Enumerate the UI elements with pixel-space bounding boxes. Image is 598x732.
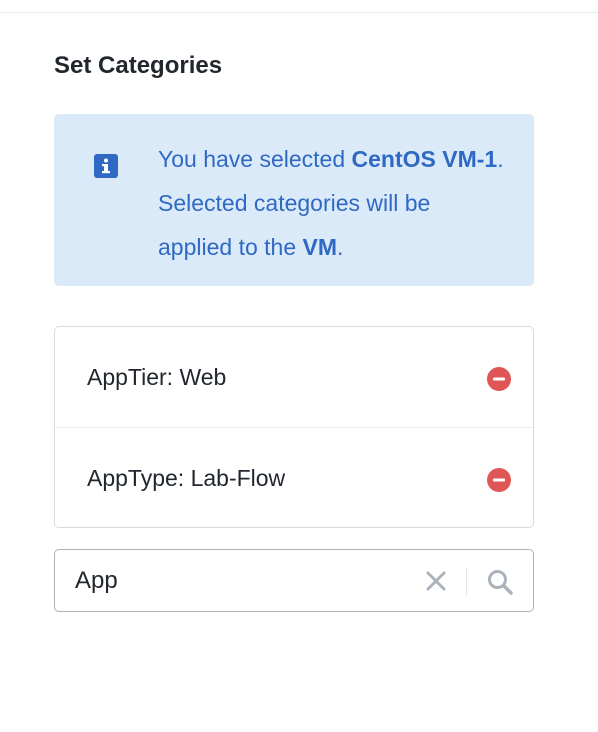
entity-type: VM xyxy=(302,234,338,260)
remove-circle-icon[interactable] xyxy=(487,367,511,391)
clear-x-icon[interactable] xyxy=(423,568,449,594)
category-search-box xyxy=(54,549,534,612)
section-title: Set Categories xyxy=(54,52,223,79)
info-message: You have selected CentOS VM-1. Selected … xyxy=(158,137,508,269)
category-item: AppType: Lab-Flow xyxy=(55,427,533,527)
info-banner: You have selected CentOS VM-1. Selected … xyxy=(54,114,534,286)
remove-circle-icon[interactable] xyxy=(487,468,511,492)
search-separator xyxy=(466,568,467,596)
set-categories-panel: Set Categories You have selected CentOS … xyxy=(0,0,598,732)
category-label: AppTier: Web xyxy=(87,364,227,390)
info-icon xyxy=(94,154,118,178)
category-item: AppTier: Web xyxy=(55,327,533,427)
selected-categories-list: AppTier: Web AppType: Lab-Flow xyxy=(54,326,534,528)
info-text-part3: . xyxy=(337,234,344,260)
category-label: AppType: Lab-Flow xyxy=(87,465,286,491)
top-divider xyxy=(0,12,598,13)
magnifier-icon[interactable] xyxy=(486,568,514,596)
category-search-input[interactable] xyxy=(75,558,405,603)
selected-vm-name: CentOS VM-1 xyxy=(351,146,498,172)
info-text-part1: You have selected xyxy=(158,146,352,172)
